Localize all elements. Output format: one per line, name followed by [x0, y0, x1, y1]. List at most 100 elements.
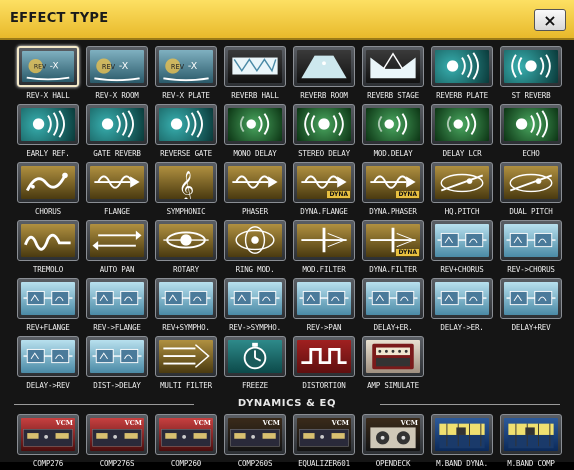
effect-tile[interactable] [500, 46, 562, 87]
effect-button-auto-pan[interactable]: AUTO PAN [83, 218, 151, 276]
effect-button-reverse-gate[interactable]: REVERSE GATE [152, 102, 220, 160]
effect-tile[interactable] [86, 220, 148, 261]
effect-button-delay-rev[interactable]: DELAY->REV [14, 334, 82, 392]
effect-button-mono-delay[interactable]: MONO DELAY [221, 102, 289, 160]
effect-button-multi-filter[interactable]: MULTI FILTER [152, 334, 220, 392]
effect-button-reverb-stage[interactable]: REVERB STAGE [359, 44, 427, 102]
effect-tile[interactable] [86, 162, 148, 203]
effect-tile[interactable] [17, 220, 79, 261]
effect-button-gate-reverb[interactable]: GATE REVERB [83, 102, 151, 160]
effect-button-opendeck[interactable]: VCM OPENDECK [359, 412, 427, 470]
effect-tile[interactable] [431, 220, 493, 261]
effect-button-delay-rev[interactable]: DELAY+REV [497, 276, 565, 334]
effect-tile[interactable] [362, 336, 424, 377]
effect-button-delay-er-[interactable]: DELAY+ER. [359, 276, 427, 334]
effect-button-rev-sympho-[interactable]: REV+SYMPHO. [152, 276, 220, 334]
effect-button-amp-simulate[interactable]: AMP SIMULATE [359, 334, 427, 392]
effect-tile[interactable] [431, 46, 493, 87]
effect-tile[interactable] [155, 278, 217, 319]
effect-tile[interactable] [431, 104, 493, 145]
effect-button-rev-flange[interactable]: REV->FLANGE [83, 276, 151, 334]
effect-button-chorus[interactable]: CHORUS [14, 160, 82, 218]
effect-button-rev-sympho-[interactable]: REV->SYMPHO. [221, 276, 289, 334]
effect-button-hq-pitch[interactable]: HQ.PITCH [428, 160, 496, 218]
effect-tile[interactable]: REV -X [86, 46, 148, 87]
effect-button-delay-lcr[interactable]: DELAY LCR [428, 102, 496, 160]
effect-button-comp260s[interactable]: VCM COMP260S [221, 412, 289, 470]
effect-tile[interactable]: DYNA [362, 220, 424, 261]
effect-tile[interactable] [500, 162, 562, 203]
effect-tile[interactable] [500, 220, 562, 261]
effect-button-stereo-delay[interactable]: STEREO DELAY [290, 102, 358, 160]
effect-button-early-ref-[interactable]: EARLY REF. [14, 102, 82, 160]
effect-button-flange[interactable]: FLANGE [83, 160, 151, 218]
effect-tile[interactable] [155, 336, 217, 377]
effect-button-rev-flange[interactable]: REV+FLANGE [14, 276, 82, 334]
effect-button-dyna-flange[interactable]: DYNA DYNA.FLANGE [290, 160, 358, 218]
effect-button-rev-x-hall[interactable]: REV -X REV-X HALL [14, 44, 82, 102]
effect-tile[interactable]: 𝄞 [155, 162, 217, 203]
effect-tile[interactable] [500, 278, 562, 319]
effect-tile[interactable]: VCM [362, 414, 424, 455]
effect-button-delay-er-[interactable]: DELAY->ER. [428, 276, 496, 334]
effect-tile[interactable] [500, 414, 562, 455]
effect-button-m-band-comp[interactable]: M.BAND COMP [497, 412, 565, 470]
close-button[interactable]: × [534, 9, 566, 31]
effect-button-m-band-dyna-[interactable]: M.BAND DYNA. [428, 412, 496, 470]
effect-tile[interactable]: VCM [293, 414, 355, 455]
effect-button-equalizer601[interactable]: VCM EQUALIZER601 [290, 412, 358, 470]
effect-tile[interactable] [362, 46, 424, 87]
effect-tile[interactable] [293, 104, 355, 145]
effect-tile[interactable]: DYNA [293, 162, 355, 203]
effect-tile[interactable] [431, 414, 493, 455]
effect-tile[interactable] [224, 336, 286, 377]
effect-tile[interactable]: REV -X [155, 46, 217, 87]
effect-button-dyna-phaser[interactable]: DYNA DYNA.PHASER [359, 160, 427, 218]
effect-button-rotary[interactable]: ROTARY [152, 218, 220, 276]
effect-tile[interactable] [155, 104, 217, 145]
effect-tile[interactable] [17, 336, 79, 377]
effect-button-comp276s[interactable]: VCM COMP276S [83, 412, 151, 470]
effect-button-dual-pitch[interactable]: DUAL PITCH [497, 160, 565, 218]
effect-tile[interactable] [224, 46, 286, 87]
effect-tile[interactable] [500, 104, 562, 145]
effect-tile[interactable] [431, 162, 493, 203]
effect-button-reverb-hall[interactable]: REVERB HALL [221, 44, 289, 102]
effect-button-dist-delay[interactable]: DIST->DELAY [83, 334, 151, 392]
effect-tile[interactable] [293, 278, 355, 319]
effect-button-rev-chorus[interactable]: REV+CHORUS [428, 218, 496, 276]
effect-tile[interactable]: REV -X [17, 46, 79, 87]
effect-tile[interactable] [362, 278, 424, 319]
effect-button-rev-x-plate[interactable]: REV -X REV-X PLATE [152, 44, 220, 102]
effect-tile[interactable] [155, 220, 217, 261]
effect-tile[interactable] [224, 278, 286, 319]
effect-tile[interactable]: VCM [17, 414, 79, 455]
effect-button-ring-mod-[interactable]: RING MOD. [221, 218, 289, 276]
effect-button-symphonic[interactable]: 𝄞 SYMPHONIC [152, 160, 220, 218]
effect-tile[interactable] [17, 162, 79, 203]
effect-tile[interactable] [86, 336, 148, 377]
effect-button-mod-delay[interactable]: MOD.DELAY [359, 102, 427, 160]
effect-tile[interactable] [17, 278, 79, 319]
effect-button-echo[interactable]: ECHO [497, 102, 565, 160]
effect-tile[interactable] [431, 278, 493, 319]
effect-button-st-reverb[interactable]: ST REVERB [497, 44, 565, 102]
effect-tile[interactable]: DYNA [362, 162, 424, 203]
effect-tile[interactable]: VCM [86, 414, 148, 455]
effect-tile[interactable] [86, 278, 148, 319]
effect-tile[interactable] [224, 162, 286, 203]
effect-tile[interactable] [293, 220, 355, 261]
effect-button-distortion[interactable]: DISTORTION [290, 334, 358, 392]
effect-button-comp260[interactable]: VCM COMP260 [152, 412, 220, 470]
effect-button-rev-pan[interactable]: REV->PAN [290, 276, 358, 334]
effect-tile[interactable]: VCM [224, 414, 286, 455]
effect-tile[interactable] [17, 104, 79, 145]
effect-button-freeze[interactable]: FREEZE [221, 334, 289, 392]
effect-tile[interactable]: VCM [155, 414, 217, 455]
effect-tile[interactable] [224, 220, 286, 261]
effect-tile[interactable] [293, 336, 355, 377]
effect-tile[interactable] [362, 104, 424, 145]
effect-tile[interactable] [86, 104, 148, 145]
effect-button-reverb-room[interactable]: REVERB ROOM [290, 44, 358, 102]
effect-button-dyna-filter[interactable]: DYNA DYNA.FILTER [359, 218, 427, 276]
